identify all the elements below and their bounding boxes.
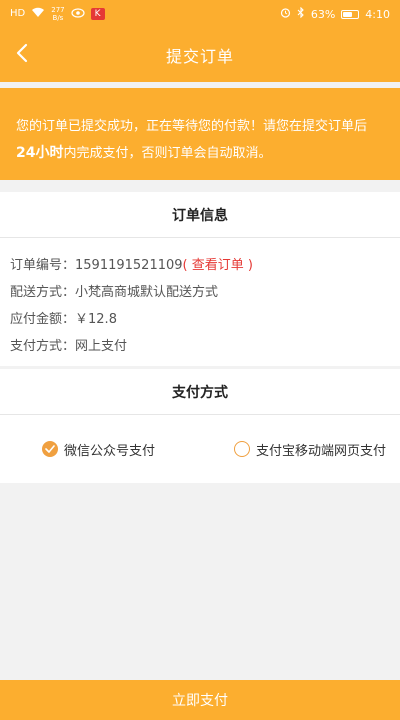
notice-deadline: 24小时	[16, 145, 64, 161]
radio-unchecked-icon[interactable]	[233, 441, 250, 457]
signal-icon: HD	[10, 8, 26, 19]
status-left: HD 277 B/s K	[10, 6, 105, 22]
alarm-icon	[280, 7, 291, 21]
bluetooth-icon	[297, 6, 305, 21]
order-info-card: 订单编号：1591191521109( 查看订单 ) 配送方式：小梵高商城默认配…	[0, 238, 400, 366]
net-speed-unit: B/s	[52, 14, 64, 22]
payment-type-row: 支付方式：网上支付	[10, 333, 400, 360]
payment-options: 微信公众号支付 支付宝移动端网页支付	[0, 415, 400, 483]
wifi-icon	[31, 7, 45, 21]
radio-checked-icon[interactable]	[42, 441, 58, 457]
payment-option-label: 微信公众号支付	[64, 443, 156, 459]
status-right: 63% 4:10	[280, 6, 390, 21]
battery-icon	[341, 9, 360, 19]
battery-percent: 63%	[310, 7, 336, 21]
payment-option-label: 支付宝移动端网页支付	[255, 443, 386, 459]
app-notification-icon: K	[90, 8, 105, 20]
nav-bar: 提交订单	[0, 28, 400, 82]
amount-value: ￥12.8	[75, 312, 117, 327]
payment-option-alipay[interactable]: 支付宝移动端网页支付	[233, 440, 386, 459]
amount-row: 应付金额：￥12.8	[10, 306, 400, 333]
payment-type-label: 支付方式：	[10, 339, 76, 354]
delivery-value: 小梵高商城默认配送方式	[75, 285, 219, 300]
order-info-header: 订单信息	[0, 192, 400, 238]
payment-type-value: 网上支付	[75, 339, 128, 354]
chevron-left-icon	[16, 43, 28, 67]
net-speed: 277 B/s	[51, 6, 64, 22]
order-number-row: 订单编号：1591191521109( 查看订单 )	[10, 252, 400, 279]
notice-text-2: 内完成支付，否则订单会自动取消。	[63, 146, 272, 161]
page-title: 提交订单	[165, 47, 234, 66]
delivery-label: 配送方式：	[10, 285, 76, 300]
status-bar: HD 277 B/s K 63% 4:10	[0, 0, 400, 28]
amount-label: 应付金额：	[10, 312, 76, 327]
order-submitted-notice: 您的订单已提交成功，正在等待您的付款！请您在提交订单后 24小时内完成支付，否则…	[0, 88, 400, 180]
clock: 4:10	[365, 7, 390, 21]
delivery-row: 配送方式：小梵高商城默认配送方式	[10, 279, 400, 306]
order-number-label: 订单编号：	[10, 258, 76, 273]
order-number-value: 1591191521109	[75, 258, 183, 273]
notice-text-1: 您的订单已提交成功，正在等待您的付款！请您在提交订单后	[16, 119, 368, 134]
pay-now-button[interactable]: 立即支付	[0, 680, 400, 720]
back-button[interactable]	[0, 28, 44, 82]
eye-icon	[71, 7, 85, 21]
battery-level	[343, 11, 353, 17]
payment-option-wechat[interactable]: 微信公众号支付	[42, 440, 155, 459]
net-speed-value: 277	[51, 6, 65, 14]
view-order-link[interactable]: ( 查看订单 )	[183, 258, 253, 273]
payment-method-header: 支付方式	[0, 369, 400, 415]
